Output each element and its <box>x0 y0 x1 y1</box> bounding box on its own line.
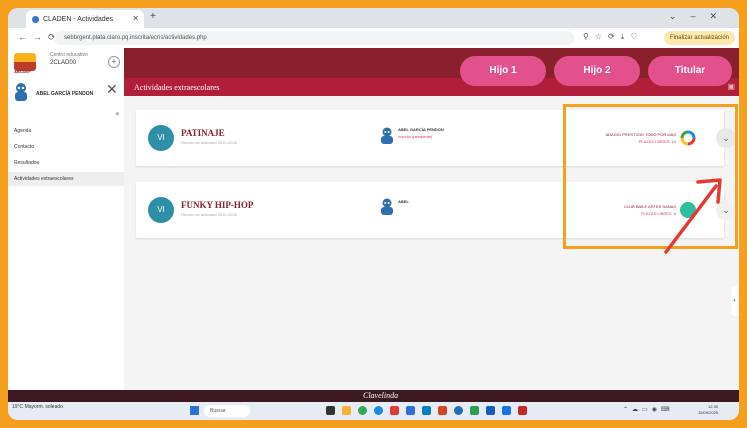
app-icon-5[interactable] <box>454 406 463 415</box>
kid-avatar-icon <box>381 198 393 215</box>
app-icon-4[interactable] <box>438 406 447 415</box>
weather-widget[interactable]: 19°C Mayorm. soleado <box>12 404 63 410</box>
app-icon-6[interactable] <box>470 406 479 415</box>
app-icon-7[interactable] <box>486 406 495 415</box>
taskbar-clock[interactable]: 12:30 15/09/2025 <box>698 404 718 416</box>
app-footer: Clavelinda <box>8 390 739 402</box>
kid-status: Inscrito (pendiente) <box>398 134 433 139</box>
taskview-icon[interactable] <box>326 406 335 415</box>
system-tray-icons[interactable]: ⌃☁▭◉⌨ <box>623 406 674 413</box>
activity-title: PATINAJE <box>181 128 225 138</box>
profile-button-titular[interactable]: Titular <box>648 56 732 86</box>
taskbar-search[interactable]: Buscar <box>204 405 250 417</box>
weather-temp: 19°C <box>12 404 24 410</box>
clock-time: 12:30 <box>708 404 719 409</box>
chrome-icon[interactable] <box>358 406 367 415</box>
school-code: 2CLAD00 <box>50 60 77 66</box>
app-icon-1[interactable] <box>390 406 399 415</box>
app-icon-3[interactable] <box>422 406 431 415</box>
profile-button-hijo-2[interactable]: Hijo 2 <box>554 56 640 86</box>
kid-avatar-icon <box>381 127 393 144</box>
settings-icon[interactable]: ▣ <box>727 82 735 91</box>
address-bar-row: ←→⟳ sebbrgent.plata.claro.pq.inscrita/ec… <box>8 28 739 49</box>
add-icon[interactable]: + <box>108 56 120 68</box>
file-explorer-icon[interactable] <box>342 406 351 415</box>
browser-tab-bar: CLADEN - Actividades ✕ + ⌄–✕ <box>8 8 739 28</box>
windows-start-icon[interactable] <box>190 406 199 415</box>
app-icon-2[interactable] <box>406 406 415 415</box>
sidebar-logo-row: ABCDEF Centro educativo 2CLAD00 + <box>8 48 124 76</box>
sidebar-item-contacto[interactable]: Contacto <box>8 140 124 154</box>
close-tab-icon[interactable]: ✕ <box>132 14 139 23</box>
taskbar: 19°C Mayorm. soleado Buscar ⌃☁▭◉⌨ 12:30 … <box>8 402 739 420</box>
activity-subtitle: Horario de actividad 2025-2026 <box>181 212 237 217</box>
new-tab-icon[interactable]: + <box>150 11 156 22</box>
sidebar-item-actividades[interactable]: Actividades extraescolares <box>8 172 124 186</box>
activity-badge: VI <box>148 197 174 223</box>
browser-toolbar-icons[interactable]: ⚲☆⟳⤓♡ <box>583 32 643 42</box>
footer-brand: Clavelinda <box>363 391 399 400</box>
section-bar: Actividades extraescolares ▣ <box>124 78 739 96</box>
edge-icon[interactable] <box>374 406 383 415</box>
app-window: CLADEN - Actividades ✕ + ⌄–✕ ←→⟳ sebbrge… <box>8 8 739 420</box>
app-icon-8[interactable] <box>502 406 511 415</box>
activity-badge: VI <box>148 125 174 151</box>
school-caption: Centro educativo <box>50 52 88 58</box>
side-tab[interactable]: ◐ <box>731 286 739 316</box>
clock-date: 15/09/2025 <box>698 410 719 415</box>
update-browser-button[interactable]: Finalizar actualización <box>663 31 735 45</box>
profile-button-hijo-1[interactable]: Hijo 1 <box>460 56 546 86</box>
weather-desc: Mayorm. soleado <box>24 404 63 410</box>
favicon-icon <box>32 15 39 23</box>
logo-label: ABCDEF <box>14 69 31 74</box>
arrow-annotation-icon <box>664 178 722 254</box>
user-avatar-icon <box>15 83 27 101</box>
window-controls[interactable]: ⌄–✕ <box>669 11 731 22</box>
section-title: Actividades extraescolares <box>134 83 220 92</box>
app-icon-9[interactable] <box>518 406 527 415</box>
tab-title: CLADEN - Actividades <box>43 15 114 23</box>
activity-subtitle: Horario de actividad 2025-2026 <box>181 140 237 145</box>
browser-tab[interactable]: CLADEN - Actividades ✕ <box>26 10 144 28</box>
kid-name: ABEL GARCÍA PENDON <box>398 127 444 132</box>
user-row: ABEL GARCÍA PENDON ✕ ● <box>8 76 124 118</box>
kid-name: ABEL <box>398 199 409 204</box>
user-name: ABEL GARCÍA PENDON <box>36 91 94 97</box>
sidebar: ABCDEF Centro educativo 2CLAD00 + ABEL G… <box>8 48 125 390</box>
activity-title: FUNKY HIP-HOP <box>181 200 254 210</box>
sidebar-item-agenda[interactable]: Agenda <box>8 124 124 138</box>
close-sidebar-icon[interactable]: ✕ <box>106 81 118 98</box>
sidebar-item-resultados[interactable]: Resultados <box>8 156 124 170</box>
url-field[interactable]: sebbrgent.plata.claro.pq.inscrita/ecris/… <box>54 31 574 45</box>
sidebar-status-dot: ● <box>115 109 120 118</box>
